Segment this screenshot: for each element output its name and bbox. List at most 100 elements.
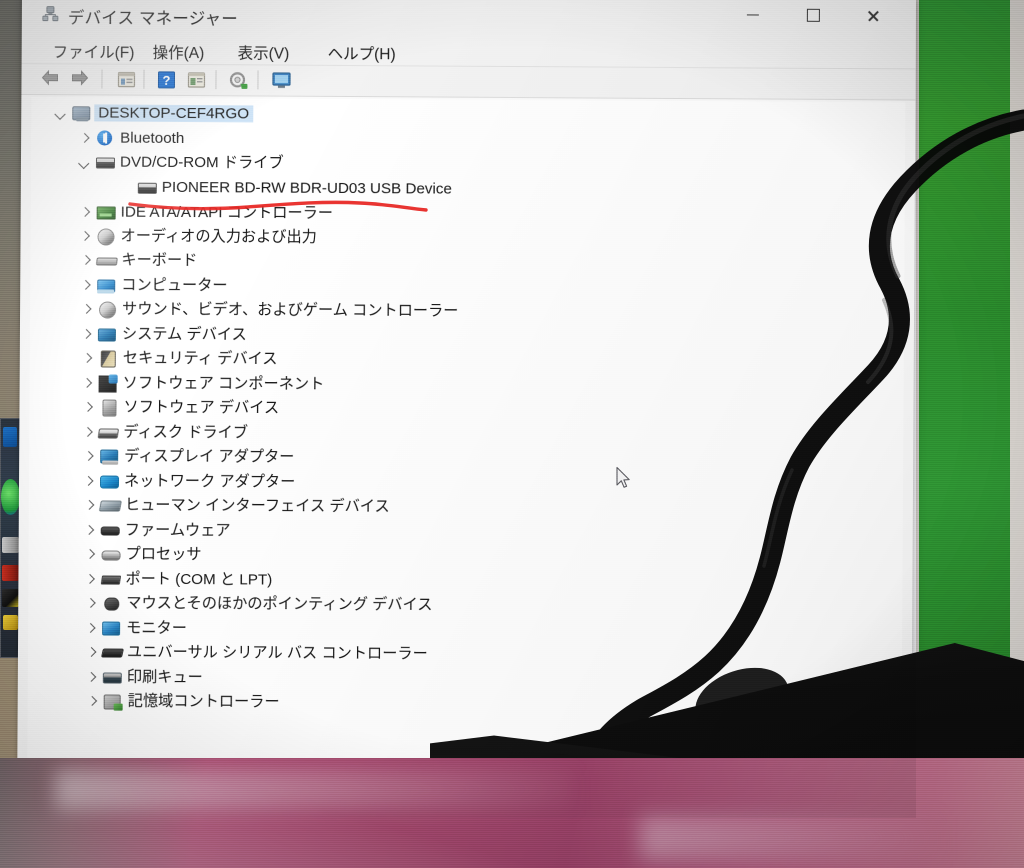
- desktop-icon-generic: [3, 615, 18, 630]
- forward-arrow-icon[interactable]: [69, 68, 91, 90]
- chevron-right-icon[interactable]: [81, 473, 96, 488]
- tree-node-sound-video-game[interactable]: サウンド、ビデオ、およびゲーム コントローラー: [79, 297, 459, 322]
- firmware-icon: [100, 521, 120, 538]
- tree-node-ports[interactable]: ポート (COM と LPT): [82, 567, 272, 591]
- tree-node-security-devices[interactable]: セキュリティ デバイス: [80, 346, 278, 370]
- back-arrow-icon[interactable]: [39, 68, 61, 90]
- tree-node-firmware[interactable]: ファームウェア: [82, 518, 231, 542]
- chevron-right-icon[interactable]: [80, 424, 95, 439]
- desktop-icon-generic: [2, 565, 19, 581]
- chevron-right-icon[interactable]: [78, 252, 93, 267]
- chevron-right-icon[interactable]: [84, 669, 99, 684]
- chevron-right-icon[interactable]: [83, 595, 98, 610]
- chevron-right-icon[interactable]: [82, 571, 97, 586]
- tree-node-hid[interactable]: ヒューマン インターフェイス デバイス: [82, 493, 390, 518]
- tree-node-disk-drives[interactable]: ディスク ドライブ: [80, 420, 248, 444]
- tree-node-label: プロセッサ: [125, 545, 202, 563]
- chevron-right-icon[interactable]: [82, 522, 97, 537]
- mouse-cursor: [616, 466, 630, 488]
- tree-node-label: PIONEER BD-RW BDR-UD03 USB Device: [161, 178, 452, 198]
- details-pane-icon[interactable]: [185, 69, 207, 91]
- tree-node-software-components[interactable]: ソフトウェア コンポーネント: [80, 371, 325, 395]
- menu-item-help[interactable]: ヘルプ(H): [324, 40, 400, 66]
- chevron-right-icon[interactable]: [79, 326, 94, 341]
- properties-icon[interactable]: [115, 69, 137, 91]
- minimize-button[interactable]: [730, 0, 776, 32]
- photo-scene: デバイス マネージャー ファイル(F) 操作(A) 表示(V) ヘルプ(H) ?…: [0, 0, 1024, 868]
- toolbar-separator: [101, 69, 103, 89]
- tree-node-label: マウスとそのほかのポインティング デバイス: [126, 594, 433, 614]
- tree-node-processors[interactable]: プロセッサ: [83, 542, 202, 566]
- tree-node-system-devices[interactable]: システム デバイス: [79, 322, 247, 346]
- chevron-right-icon[interactable]: [84, 644, 99, 659]
- tree-node-label: Bluetooth: [120, 129, 185, 147]
- tree-node-keyboard[interactable]: キーボード: [78, 248, 197, 272]
- chevron-right-icon[interactable]: [80, 399, 95, 414]
- tree-node-ide-ata-atapi[interactable]: IDE ATA/ATAPI コントローラー: [78, 200, 334, 225]
- audio-icon: [97, 300, 117, 319]
- tree-node-label: オーディオの入力および出力: [120, 227, 317, 246]
- tree-node-label: ディスプレイ アダプター: [124, 447, 295, 466]
- maximize-button[interactable]: [790, 0, 836, 32]
- menu-item-view[interactable]: 表示(V): [234, 39, 294, 65]
- tree-node-label: DVD/CD-ROM ドライブ: [119, 153, 284, 172]
- close-button[interactable]: [850, 0, 896, 32]
- tree-node-label: コンピューター: [121, 276, 228, 295]
- chevron-right-icon[interactable]: [80, 375, 95, 390]
- chevron-down-icon[interactable]: [53, 105, 68, 120]
- tree-node-label: 記憶域コントローラー: [127, 692, 280, 711]
- monitor-icon[interactable]: [270, 70, 292, 92]
- chevron-right-icon[interactable]: [83, 620, 98, 635]
- chevron-right-icon[interactable]: [78, 277, 93, 292]
- tree-node-mice-pointing[interactable]: マウスとそのほかのポインティング デバイス: [83, 591, 432, 616]
- chevron-right-icon[interactable]: [77, 228, 92, 243]
- tree-node-computer[interactable]: コンピューター: [78, 273, 228, 297]
- tree-node-label: セキュリティ デバイス: [122, 349, 278, 368]
- chevron-right-icon[interactable]: [79, 301, 94, 316]
- tree-node-pioneer-bd-rw[interactable]: PIONEER BD-RW BDR-UD03 USB Device: [119, 176, 452, 201]
- tree-node-print-queues[interactable]: 印刷キュー: [84, 665, 203, 689]
- chevron-down-icon[interactable]: [77, 154, 92, 169]
- tree-node-monitors[interactable]: モニター: [83, 616, 187, 640]
- chevron-right-icon[interactable]: [83, 546, 98, 561]
- keyboard-icon: [95, 251, 118, 268]
- desktop-icon-globe: [1, 479, 20, 515]
- port-icon: [100, 570, 122, 587]
- chevron-right-icon[interactable]: [80, 350, 95, 365]
- toolbar-separator: [257, 70, 259, 90]
- print-queue-icon: [102, 669, 122, 686]
- tree-node-label: DESKTOP-CEF4RGO: [94, 104, 254, 123]
- tree-node-bluetooth[interactable]: Bluetooth: [77, 126, 184, 150]
- bluetooth-icon: [95, 129, 114, 146]
- title-bar[interactable]: デバイス マネージャー: [21, 0, 916, 40]
- menu-item-file[interactable]: ファイル(F): [49, 38, 139, 65]
- svg-text:?: ?: [162, 73, 170, 88]
- tree-node-display-adapters[interactable]: ディスプレイ アダプター: [81, 444, 294, 468]
- green-panel: [919, 0, 1012, 690]
- audio-icon: [95, 227, 115, 246]
- tree-node-dvd-cdrom[interactable]: DVD/CD-ROM ドライブ: [77, 150, 284, 174]
- chevron-right-icon[interactable]: [81, 448, 96, 463]
- display-adapter-icon: [99, 447, 119, 464]
- toolbar-separator: [215, 70, 217, 90]
- tree-node-storage-controllers[interactable]: 記憶域コントローラー: [85, 689, 280, 713]
- toolbar-separator: [143, 69, 145, 89]
- tree-node-software-devices[interactable]: ソフトウェア デバイス: [80, 395, 279, 419]
- usb-controller-icon: [100, 644, 124, 661]
- system-device-icon: [97, 325, 116, 342]
- software-component-icon: [98, 374, 117, 393]
- scan-hardware-icon[interactable]: [227, 69, 249, 91]
- tree-node-network-adapters[interactable]: ネットワーク アダプター: [81, 469, 295, 493]
- tree-node-label: ユニバーサル シリアル バス コントローラー: [126, 643, 428, 663]
- chevron-right-icon[interactable]: [78, 204, 93, 219]
- chevron-right-icon[interactable]: [85, 693, 100, 708]
- help-icon[interactable]: ?: [155, 69, 177, 91]
- tree-node-audio-io[interactable]: オーディオの入力および出力: [77, 224, 317, 248]
- chevron-right-icon[interactable]: [82, 497, 97, 512]
- carpet-highlight: [55, 770, 575, 810]
- tree-node-root[interactable]: DESKTOP-CEF4RGO: [53, 101, 254, 125]
- chevron-right-icon[interactable]: [77, 130, 92, 145]
- window-title: デバイス マネージャー: [67, 9, 239, 29]
- tree-node-usb-controllers[interactable]: ユニバーサル シリアル バス コントローラー: [84, 640, 428, 665]
- menu-item-action[interactable]: 操作(A): [149, 39, 209, 65]
